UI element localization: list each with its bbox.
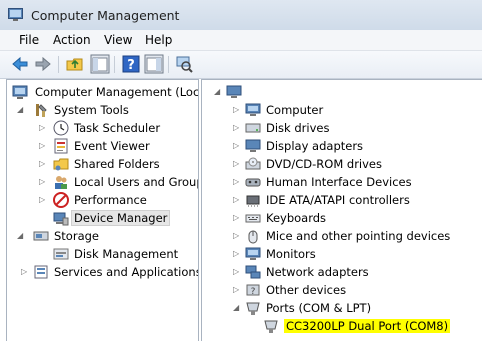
- menu-file[interactable]: File: [19, 33, 39, 47]
- back-arrow-icon[interactable]: [10, 54, 30, 74]
- collapse-arrow-icon[interactable]: ◢: [17, 231, 25, 241]
- tree-item-label: Performance: [74, 193, 147, 207]
- tree-item-label: System Tools: [54, 103, 129, 117]
- computer-icon: [226, 85, 242, 98]
- tree-item-label: Task Scheduler: [74, 121, 161, 135]
- expand-arrow-icon[interactable]: ▷: [233, 177, 241, 187]
- port-icon: [246, 302, 260, 315]
- toolbar: ?: [0, 51, 482, 79]
- expand-arrow-icon[interactable]: ▷: [233, 249, 241, 259]
- expand-arrow-icon[interactable]: ▷: [233, 105, 241, 115]
- expand-arrow-icon[interactable]: ▷: [39, 123, 47, 133]
- forward-arrow-icon[interactable]: [33, 54, 53, 74]
- tree-item-label: Shared Folders: [74, 157, 160, 171]
- hid-icon: [245, 178, 261, 187]
- svg-text:?: ?: [251, 287, 256, 297]
- dvd-icon: [245, 157, 261, 170]
- toolbar-separator: [114, 56, 115, 73]
- system-tools-icon: [36, 104, 47, 117]
- expand-arrow-icon[interactable]: ▷: [233, 141, 241, 151]
- collapse-arrow-icon[interactable]: ◢: [17, 105, 25, 115]
- window-title: Computer Management: [31, 8, 180, 23]
- expand-arrow-icon[interactable]: ▷: [233, 123, 241, 133]
- tree-item-label: Storage: [54, 229, 99, 243]
- device-category-label: Mice and other pointing devices: [266, 229, 451, 243]
- device-category-label: Other devices: [266, 283, 347, 297]
- toolbar-separator: [168, 56, 169, 73]
- users-icon: [55, 176, 67, 189]
- expand-arrow-icon[interactable]: ▷: [233, 267, 241, 277]
- tree-item-label: Disk Management: [74, 247, 179, 261]
- port-icon: [264, 320, 278, 333]
- device-category-label: Network adapters: [266, 265, 369, 279]
- event-viewer-icon: [54, 138, 68, 154]
- device-category-label: DVD/CD-ROM drives: [266, 157, 382, 171]
- collapse-arrow-icon[interactable]: ◢: [233, 303, 241, 313]
- device-category-label: Display adapters: [266, 139, 364, 153]
- expand-arrow-icon[interactable]: ▷: [21, 267, 29, 277]
- network-adapter-icon: [245, 265, 261, 279]
- help-icon[interactable]: ?: [121, 54, 141, 74]
- scan-hardware-icon[interactable]: [174, 54, 194, 74]
- expand-arrow-icon[interactable]: ▷: [233, 231, 241, 241]
- menu-action[interactable]: Action: [53, 33, 91, 47]
- expand-arrow-icon[interactable]: ▷: [233, 213, 241, 223]
- device-category-label: Disk drives: [266, 121, 330, 135]
- expand-arrow-icon[interactable]: ▷: [39, 141, 47, 151]
- disk-drive-icon: [245, 123, 261, 133]
- device-manager-icon: [53, 212, 69, 226]
- device-tree-pane: ◢ ▷ Computer ▷ Disk drives ▷ Display ada…: [201, 79, 482, 341]
- console-tree-pane: Computer Management (Local ◢ System Tool…: [6, 79, 199, 341]
- performance-icon: [53, 192, 69, 208]
- collapse-arrow-icon[interactable]: ◢: [214, 87, 222, 97]
- services-icon: [34, 265, 48, 279]
- toolbar-separator: [58, 56, 59, 73]
- display-adapter-icon: [245, 139, 261, 152]
- monitor-icon: [245, 247, 261, 260]
- device-category-label: IDE ATA/ATAPI controllers: [266, 193, 410, 207]
- tree-item-label: Computer Management (Local: [35, 85, 199, 99]
- monitor-icon: [245, 103, 261, 116]
- expand-arrow-icon[interactable]: ▷: [233, 159, 241, 169]
- disk-management-icon: [53, 248, 69, 260]
- menu-view[interactable]: View: [104, 33, 132, 47]
- computer-management-icon: [8, 8, 23, 21]
- expand-arrow-icon[interactable]: ▷: [39, 177, 47, 187]
- tree-item-label: Local Users and Groups: [74, 175, 199, 189]
- show-hide-tree-icon[interactable]: [90, 54, 110, 74]
- keyboard-icon: [245, 214, 261, 223]
- expand-arrow-icon[interactable]: ▷: [39, 159, 47, 169]
- tree-item-label: Device Manager: [70, 210, 171, 226]
- expand-arrow-icon[interactable]: ▷: [233, 285, 241, 295]
- tree-item-label: Services and Applications: [54, 265, 199, 279]
- device-category-label: Keyboards: [266, 211, 327, 225]
- device-category-label: Ports (COM & LPT): [266, 301, 372, 315]
- device-category-label: Computer: [266, 103, 324, 117]
- device-category-label: Monitors: [266, 247, 316, 261]
- device-category-label: Human Interface Devices: [266, 175, 412, 189]
- device-item-label: CC3200LP Dual Port (COM8): [284, 319, 451, 333]
- expand-arrow-icon[interactable]: ▷: [233, 195, 241, 205]
- ide-controller-icon: [246, 195, 260, 207]
- clock-icon: [53, 120, 69, 136]
- other-devices-icon: ?: [246, 284, 260, 297]
- menu-help[interactable]: Help: [145, 33, 172, 47]
- svg-text:?: ?: [127, 58, 135, 73]
- computer-management-icon: [12, 85, 28, 99]
- mouse-icon: [248, 230, 258, 244]
- up-folder-icon[interactable]: [65, 54, 85, 74]
- menu-bar: File Action View Help: [0, 30, 482, 51]
- title-bar: Computer Management: [0, 0, 482, 30]
- expand-arrow-icon[interactable]: ▷: [39, 195, 47, 205]
- tree-item-label: Event Viewer: [74, 139, 150, 153]
- shared-folder-icon: [53, 158, 69, 171]
- storage-icon: [33, 231, 49, 241]
- properties-icon[interactable]: [144, 54, 164, 74]
